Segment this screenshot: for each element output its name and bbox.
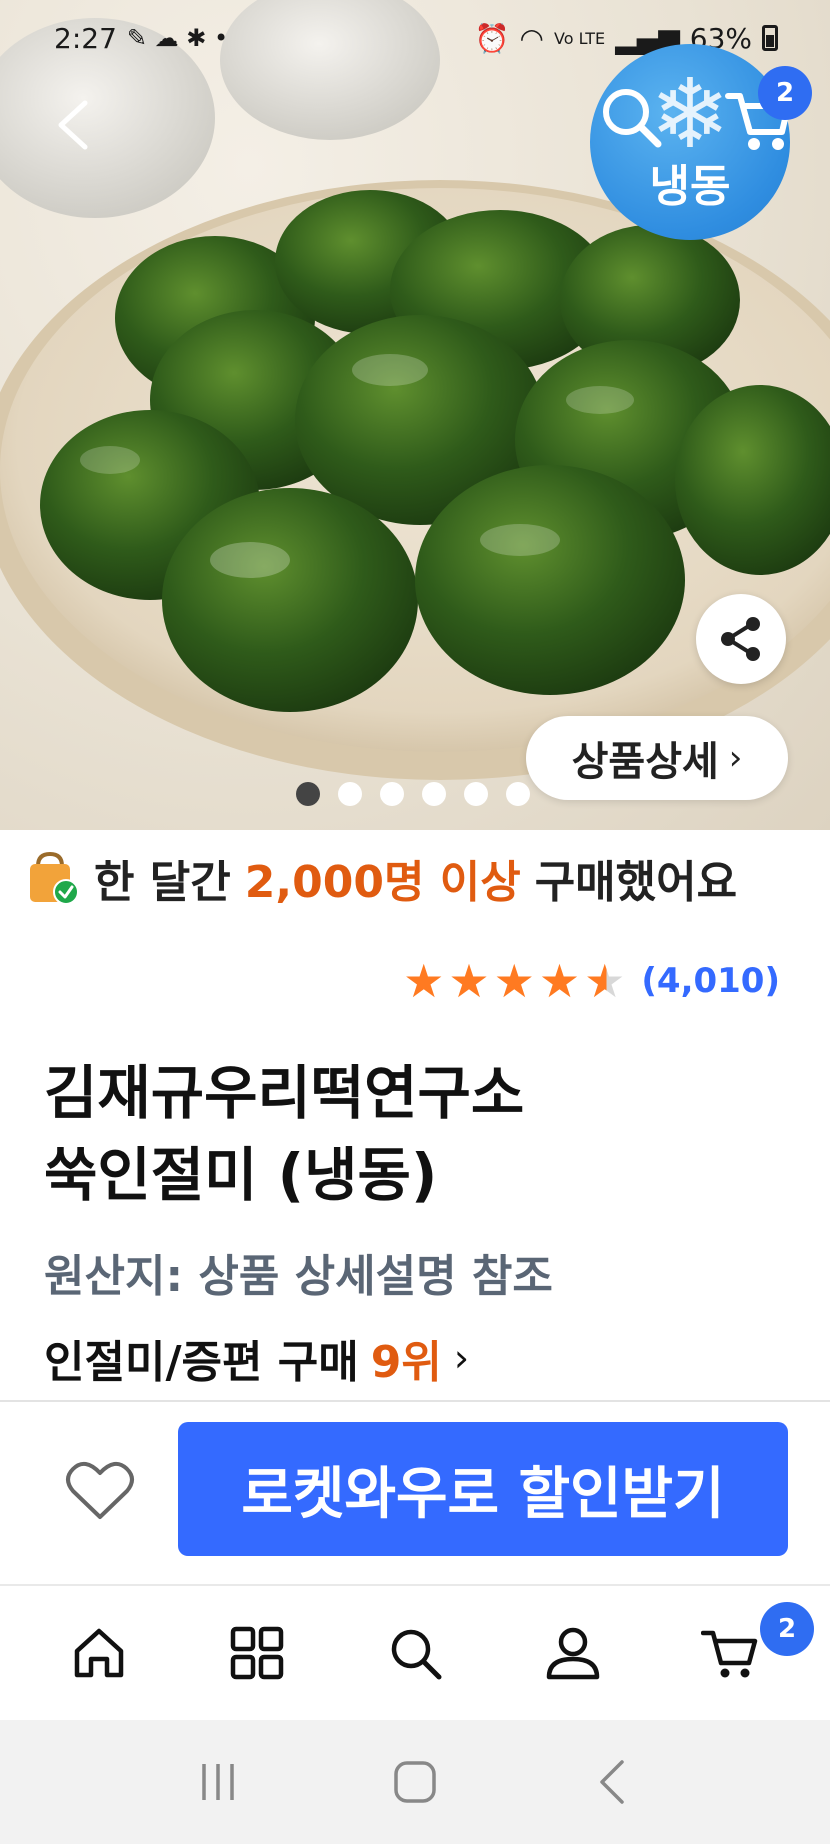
alarm-icon: ⏰ <box>474 21 510 55</box>
chevron-right-icon: › <box>453 1336 470 1380</box>
shopping-bag-check-icon <box>30 851 79 905</box>
purchase-banner-highlight: 2,000명 이상 <box>244 857 521 908</box>
recent-apps-button[interactable] <box>188 1752 248 1812</box>
heart-icon <box>66 1461 134 1519</box>
gallery-dot[interactable] <box>422 782 446 806</box>
gallery-dot[interactable] <box>464 782 488 806</box>
product-title-line2: 쑥인절미 (냉동) <box>44 1141 438 1209</box>
bottom-navigation <box>0 1586 830 1720</box>
product-image-gallery[interactable]: 2:27 ✎ ☁ ✱ • ⏰ ◠ Vo LTE ▂▄▆ 63% ❄ 냉동 2 상… <box>0 0 830 830</box>
wishlist-button[interactable] <box>60 1450 140 1530</box>
back-chevron-icon <box>599 1760 624 1804</box>
home-system-button[interactable] <box>385 1752 445 1812</box>
profile-icon <box>546 1627 600 1680</box>
frozen-badge-label: 냉동 <box>649 161 731 212</box>
star-icon: ★ <box>448 954 490 1008</box>
review-count[interactable]: (4,010) <box>641 961 780 1001</box>
purchase-count-banner: 한 달간 2,000명 이상 구매했어요 <box>24 846 737 910</box>
rating-summary[interactable]: ★ ★ ★ ★ ★ (4,010) <box>403 958 780 1004</box>
chevron-left-icon <box>58 100 88 150</box>
product-detail-label: 상품상세 <box>571 739 719 785</box>
rocket-wow-discount-button[interactable]: 로켓와우로 할인받기 <box>178 1422 788 1556</box>
header-search-button[interactable] <box>600 86 664 150</box>
rank-number: 9위 <box>370 1337 442 1388</box>
share-icon <box>721 617 760 661</box>
half-star-icon: ★ <box>584 954 626 1008</box>
gallery-pagination[interactable] <box>296 782 530 806</box>
nav-cart-button[interactable] <box>691 1613 771 1693</box>
home-icon <box>74 1628 124 1678</box>
section-divider <box>0 1400 830 1402</box>
network-label: Vo LTE <box>553 28 606 48</box>
header-cart-count-badge: 2 <box>758 66 812 120</box>
category-icon <box>230 1626 284 1680</box>
cart-icon <box>701 1630 758 1678</box>
product-origin: 원산지: 상품 상세설명 참조 <box>44 1251 553 1302</box>
share-button[interactable] <box>696 594 786 684</box>
nav-search-button[interactable] <box>375 1613 455 1693</box>
purchase-banner-prefix: 한 달간 <box>94 857 231 908</box>
status-time: 2:27 <box>54 21 117 55</box>
search-icon <box>391 1629 442 1680</box>
star-icon: ★ <box>403 954 445 1008</box>
product-title-line1: 김재규우리떡연구소 <box>44 1059 525 1127</box>
nav-home-button[interactable] <box>59 1613 139 1693</box>
gallery-dot[interactable] <box>296 782 320 806</box>
notification-icons: ✎ ☁ ✱ • <box>126 24 229 52</box>
category-rank-link[interactable]: 인절미/증편 구매 9위 › <box>44 1326 469 1390</box>
product-title: 김재규우리떡연구소 쑥인절미 (냉동) <box>44 1052 784 1216</box>
chevron-right-icon: › <box>728 738 743 778</box>
nav-mypage-button[interactable] <box>533 1613 613 1693</box>
back-system-button[interactable] <box>582 1752 642 1812</box>
back-button[interactable] <box>38 90 108 160</box>
gallery-dot[interactable] <box>506 782 530 806</box>
search-icon <box>603 89 662 148</box>
home-square-icon <box>394 1761 436 1803</box>
nav-cart-count-badge: 2 <box>760 1602 814 1656</box>
rank-category-label: 인절미/증편 구매 <box>44 1337 359 1388</box>
nav-category-button[interactable] <box>217 1613 297 1693</box>
star-icon: ★ <box>538 954 581 1008</box>
purchase-banner-suffix: 구매했어요 <box>534 857 738 908</box>
gallery-dot[interactable] <box>380 782 404 806</box>
product-detail-button[interactable]: 상품상세 › <box>526 716 788 800</box>
star-rating: ★ ★ ★ ★ ★ <box>403 958 625 1004</box>
gallery-dot[interactable] <box>338 782 362 806</box>
system-navigation-bar <box>0 1720 830 1844</box>
star-icon: ★ <box>493 954 535 1008</box>
battery-icon <box>762 25 778 51</box>
recent-apps-icon <box>202 1764 235 1800</box>
wifi-icon: ◠ <box>519 21 544 55</box>
